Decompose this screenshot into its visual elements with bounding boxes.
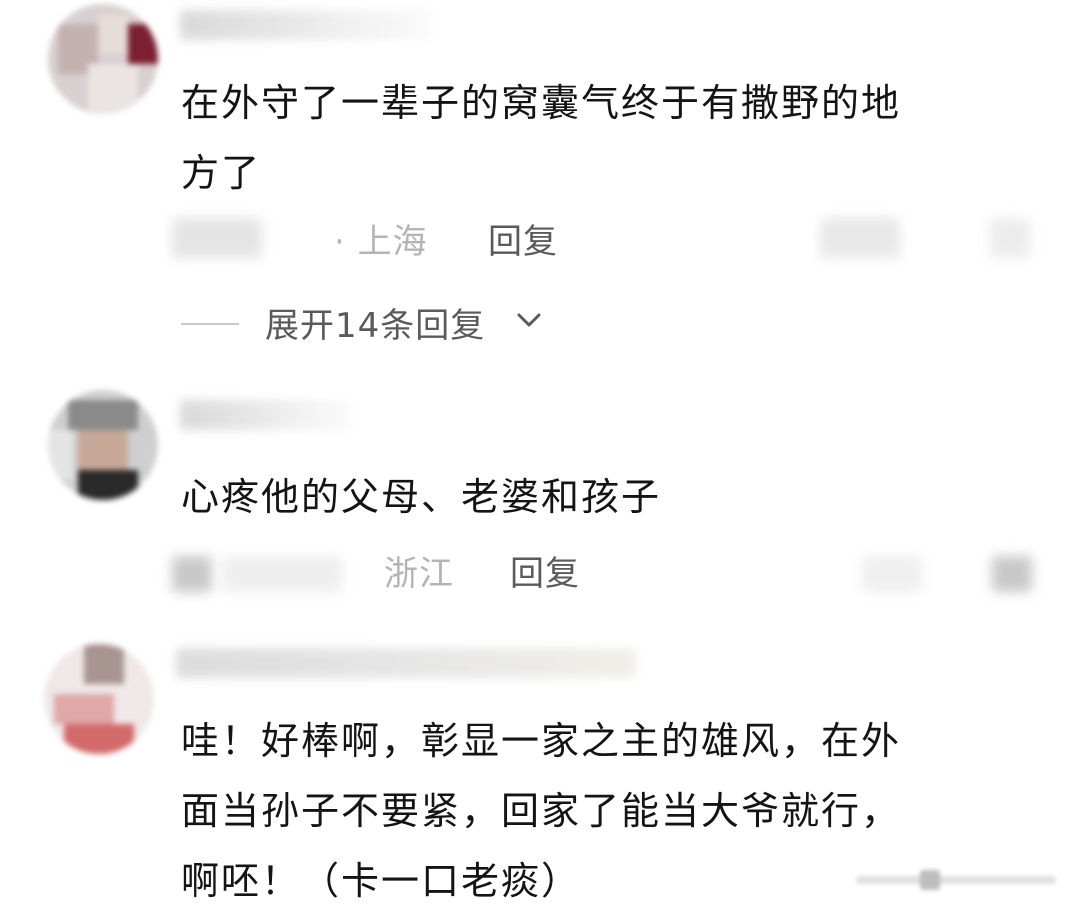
comment-text: 在外守了一辈子的窝囊气终于有撒野的地 方了 xyxy=(181,81,902,195)
expand-replies-label: 展开14条回复 xyxy=(265,306,486,346)
username[interactable] xyxy=(180,10,430,40)
avatar[interactable] xyxy=(48,390,158,500)
location-label: · 上海 xyxy=(334,222,428,262)
comment-meta: 浙江 回复 xyxy=(0,544,1080,594)
reply-button[interactable]: 回复 xyxy=(488,214,558,263)
like-count xyxy=(862,556,922,592)
like-icon[interactable] xyxy=(992,556,1032,592)
timestamp xyxy=(172,218,262,258)
comment-text: 哇！好棒啊，彰显一家之主的雄风，在外 面当孙子不要紧，回家了能当大爷就行， 啊呸… xyxy=(181,719,902,903)
avatar[interactable] xyxy=(44,644,154,754)
scroll-indicator xyxy=(856,870,1056,890)
chevron-down-icon xyxy=(517,313,541,327)
reply-button[interactable]: 回复 xyxy=(510,546,580,595)
timestamp xyxy=(222,556,342,592)
divider xyxy=(181,323,239,325)
location-label: 浙江 xyxy=(384,554,454,594)
timestamp xyxy=(172,556,212,592)
comment-meta: · 上海 回复 xyxy=(0,212,1080,262)
like-icon[interactable] xyxy=(990,218,1030,258)
comment-1: 在外守了一辈子的窝囊气终于有撒野的地 方了 · 上海 回复 展开14条回复 xyxy=(0,0,1080,380)
username[interactable] xyxy=(180,400,350,430)
comment-text: 心疼他的父母、老婆和孩子 xyxy=(181,475,662,519)
comment-2: 心疼他的父母、老婆和孩子 浙江 回复 xyxy=(0,380,1080,630)
like-count xyxy=(820,218,900,258)
avatar[interactable] xyxy=(48,4,158,114)
username[interactable] xyxy=(176,648,636,678)
